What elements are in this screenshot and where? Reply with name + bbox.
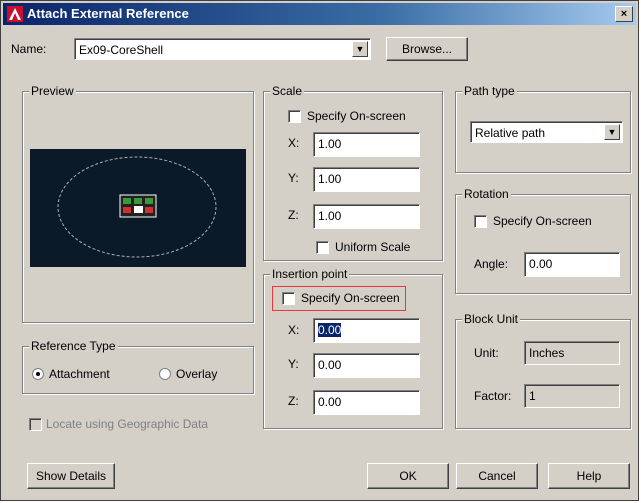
name-combo-value: Ex09-CoreShell <box>79 43 164 57</box>
overlay-radio[interactable] <box>159 368 171 380</box>
attachment-label[interactable]: Attachment <box>49 367 110 381</box>
attachment-radio[interactable] <box>32 368 44 380</box>
scale-z-field[interactable]: 1.00 <box>313 204 420 229</box>
scale-specify-label[interactable]: Specify On-screen <box>307 109 406 123</box>
uniform-scale-checkbox[interactable] <box>316 241 329 254</box>
path-type-value: Relative path <box>475 126 546 140</box>
scale-y-label: Y: <box>288 171 299 185</box>
browse-button[interactable]: Browse... <box>386 37 468 61</box>
rotation-specify-label[interactable]: Specify On-screen <box>493 214 592 228</box>
scale-specify-checkbox[interactable] <box>288 110 301 123</box>
chevron-down-icon[interactable]: ▼ <box>352 41 368 57</box>
path-type-title: Path type <box>462 84 517 98</box>
uniform-scale-label[interactable]: Uniform Scale <box>335 240 410 254</box>
preview-image <box>30 149 246 267</box>
scale-title: Scale <box>270 84 305 98</box>
help-label: Help <box>576 469 602 483</box>
angle-label: Angle: <box>474 257 509 271</box>
factor-value: 1 <box>529 389 536 403</box>
show-details-button[interactable]: Show Details <box>27 463 115 489</box>
autocad-logo-icon <box>7 6 23 22</box>
scale-x-label: X: <box>288 136 300 150</box>
block-unit-title: Block Unit <box>462 312 521 326</box>
show-details-label: Show Details <box>35 469 107 483</box>
unit-label: Unit: <box>474 346 499 360</box>
insertion-specify-checkbox[interactable] <box>282 292 295 305</box>
scale-y-value: 1.00 <box>318 172 342 186</box>
rotation-title: Rotation <box>462 187 511 201</box>
ok-button[interactable]: OK <box>367 463 449 489</box>
attach-xref-dialog: Attach External Reference × Name: Ex09-C… <box>0 0 639 501</box>
scale-z-label: Z: <box>288 208 299 222</box>
name-label: Name: <box>11 42 47 56</box>
close-icon: × <box>620 8 628 20</box>
angle-field[interactable]: 0.00 <box>524 252 620 277</box>
dialog-title: Attach External Reference <box>27 6 189 21</box>
insertion-z-field[interactable]: 0.00 <box>313 390 420 415</box>
factor-field: 1 <box>524 384 620 408</box>
insertion-z-value: 0.00 <box>318 395 342 409</box>
help-button[interactable]: Help <box>548 463 630 489</box>
name-combo[interactable]: Ex09-CoreShell ▼ <box>74 38 371 60</box>
reference-type-title: Reference Type <box>29 339 118 353</box>
insertion-z-label: Z: <box>288 394 299 408</box>
cancel-button[interactable]: Cancel <box>456 463 538 489</box>
scale-x-field[interactable]: 1.00 <box>313 132 420 157</box>
unit-value: Inches <box>529 346 565 360</box>
unit-field: Inches <box>524 341 620 365</box>
insertion-specify-label[interactable]: Specify On-screen <box>301 291 400 305</box>
path-type-combo[interactable]: Relative path ▼ <box>470 121 623 143</box>
insertion-y-field[interactable]: 0.00 <box>313 353 420 378</box>
scale-x-value: 1.00 <box>318 137 342 151</box>
chevron-down-icon[interactable]: ▼ <box>604 124 620 140</box>
drawing-preview <box>57 156 217 258</box>
close-button[interactable]: × <box>615 6 633 22</box>
ok-label: OK <box>399 469 417 483</box>
cancel-label: Cancel <box>478 469 516 483</box>
insertion-y-value: 0.00 <box>318 358 342 372</box>
preview-title: Preview <box>29 84 76 98</box>
insertion-x-value: 0.00 <box>318 323 342 337</box>
geo-checkbox[interactable] <box>29 418 42 431</box>
scale-z-value: 1.00 <box>318 209 342 223</box>
insertion-x-label: X: <box>288 323 300 337</box>
insertion-y-label: Y: <box>288 357 299 371</box>
browse-button-label: Browse... <box>401 42 452 56</box>
insertion-x-field[interactable]: 0.00 <box>313 318 420 343</box>
overlay-label[interactable]: Overlay <box>176 367 217 381</box>
rotation-specify-checkbox[interactable] <box>474 215 487 228</box>
factor-label: Factor: <box>474 389 512 403</box>
scale-y-field[interactable]: 1.00 <box>313 167 420 192</box>
geo-label: Locate using Geographic Data <box>46 417 209 431</box>
angle-value: 0.00 <box>529 257 553 271</box>
insertion-point-title: Insertion point <box>270 267 350 281</box>
title-bar[interactable]: Attach External Reference × <box>3 3 636 25</box>
rotation-group: Rotation <box>455 187 631 294</box>
block-unit-group: Block Unit <box>455 312 631 429</box>
